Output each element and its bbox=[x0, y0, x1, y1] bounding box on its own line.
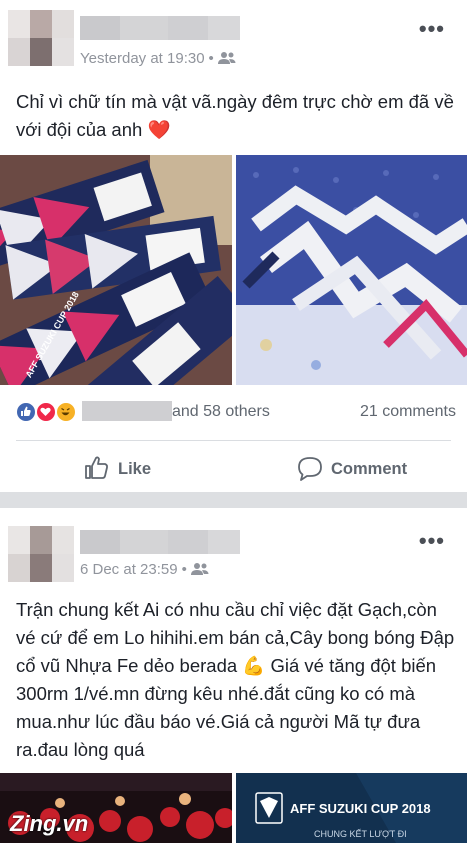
reactions-bar[interactable]: and 58 others 21 comments bbox=[16, 399, 456, 425]
love-reaction-icon bbox=[36, 402, 56, 422]
comment-button[interactable]: Comment bbox=[296, 452, 416, 486]
avatar[interactable] bbox=[8, 10, 74, 66]
comment-label: Comment bbox=[331, 460, 408, 478]
friends-icon bbox=[217, 52, 236, 64]
post-text: Chỉ vì chữ tín mà vật vã.ngày đêm trực c… bbox=[16, 91, 454, 140]
post-photo-tickets-stack[interactable]: AFF SUZUKI CUP 2018 bbox=[0, 155, 232, 385]
banner-subtitle: CHUNG KẾT LƯỢT ĐI bbox=[314, 829, 407, 839]
avatar[interactable] bbox=[8, 526, 74, 582]
post-meta: 6 Dec at 23:59 • bbox=[80, 561, 209, 578]
comment-icon bbox=[298, 457, 322, 481]
post-card: 6 Dec at 23:59 • ••• Trận chung kết Ai có… bbox=[0, 508, 467, 843]
timestamp[interactable]: 6 Dec at 23:59 bbox=[80, 561, 178, 578]
friends-icon bbox=[190, 563, 209, 575]
comments-count[interactable]: 21 comments bbox=[360, 403, 456, 421]
post-photo-banner[interactable]: AFF SUZUKI CUP 2018 CHUNG KẾT LƯỢT ĐI bbox=[236, 773, 467, 843]
more-options-icon[interactable]: ••• bbox=[419, 530, 445, 552]
haha-reaction-icon bbox=[56, 402, 76, 422]
like-reaction-icon bbox=[16, 402, 36, 422]
banner-title: AFF SUZUKI CUP 2018 bbox=[290, 801, 431, 816]
post-meta: Yesterday at 19:30 • bbox=[80, 50, 236, 67]
reactions-count[interactable]: and 58 others bbox=[172, 403, 270, 421]
post-text: Trận chung kết Ai có nhu cầu chỉ việc đặ… bbox=[16, 599, 455, 760]
author-name-blurred[interactable] bbox=[80, 530, 240, 554]
post-photo-crowd[interactable]: Zing.vn bbox=[0, 773, 232, 843]
author-name-blurred[interactable] bbox=[80, 16, 240, 40]
divider bbox=[16, 440, 451, 441]
reactors-names-blurred[interactable] bbox=[82, 401, 172, 421]
more-options-icon[interactable]: ••• bbox=[419, 18, 445, 40]
like-button[interactable]: Like bbox=[83, 452, 163, 486]
watermark-logo: Zing.vn bbox=[10, 811, 89, 836]
post-card: Yesterday at 19:30 • ••• Chỉ vì chữ tín m… bbox=[0, 0, 467, 492]
post-photo-tickets-bed[interactable] bbox=[236, 155, 467, 385]
heart-emoji: ❤️ bbox=[147, 119, 171, 140]
timestamp[interactable]: Yesterday at 19:30 bbox=[80, 50, 205, 67]
like-icon bbox=[85, 456, 108, 479]
like-label: Like bbox=[118, 460, 152, 478]
